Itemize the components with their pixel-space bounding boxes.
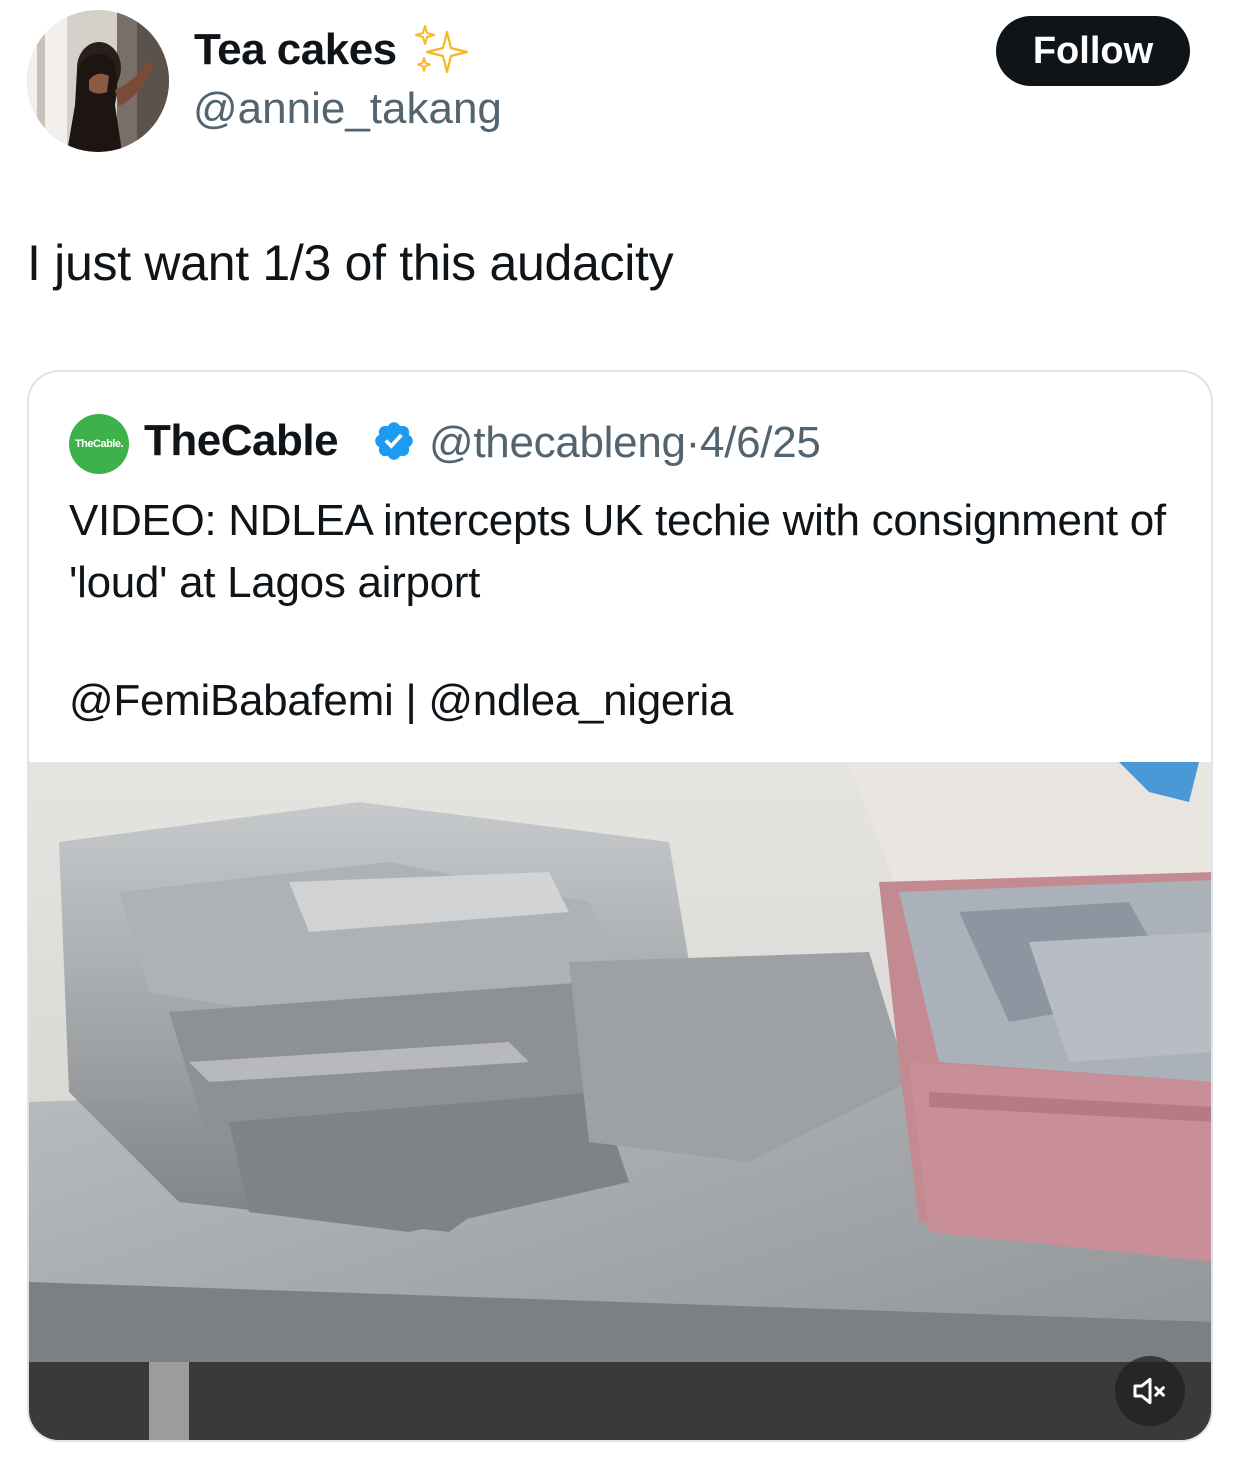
author-display-name[interactable]: Tea cakes	[194, 22, 471, 78]
quoted-author-display-name[interactable]: TheCable	[144, 416, 339, 466]
video-frame	[29, 762, 1211, 1440]
quoted-tweet-mentions[interactable]: @FemiBabafemi | @ndlea_nigeria	[69, 676, 733, 726]
follow-button[interactable]: Follow	[996, 16, 1190, 86]
sparkles-icon	[411, 22, 471, 78]
quoted-tweet-date[interactable]: 4/6/25	[700, 418, 821, 467]
author-avatar[interactable]	[27, 10, 169, 152]
quoted-tweet-video[interactable]	[29, 762, 1211, 1440]
quoted-tweet-meta: @thecableng·4/6/25	[429, 418, 821, 468]
quoted-tweet-card[interactable]: TheCable. TheCable @thecableng·4/6/25 VI…	[27, 370, 1213, 1442]
mute-toggle-button[interactable]	[1115, 1356, 1185, 1426]
author-handle[interactable]: @annie_takang	[193, 84, 502, 134]
quoted-author-avatar[interactable]: TheCable.	[69, 414, 129, 474]
verified-badge-icon	[375, 422, 413, 460]
display-name-text: Tea cakes	[194, 25, 397, 74]
quoted-tweet-text: VIDEO: NDLEA intercepts UK techie with c…	[69, 496, 1166, 607]
quoted-avatar-logo-text: TheCable.	[74, 438, 124, 450]
meta-separator: ·	[685, 418, 701, 467]
speaker-muted-icon	[1133, 1377, 1165, 1405]
quoted-author-handle[interactable]: @thecableng	[429, 418, 686, 467]
avatar-photo	[27, 10, 169, 152]
tweet-text: I just want 1/3 of this audacity	[27, 235, 674, 291]
